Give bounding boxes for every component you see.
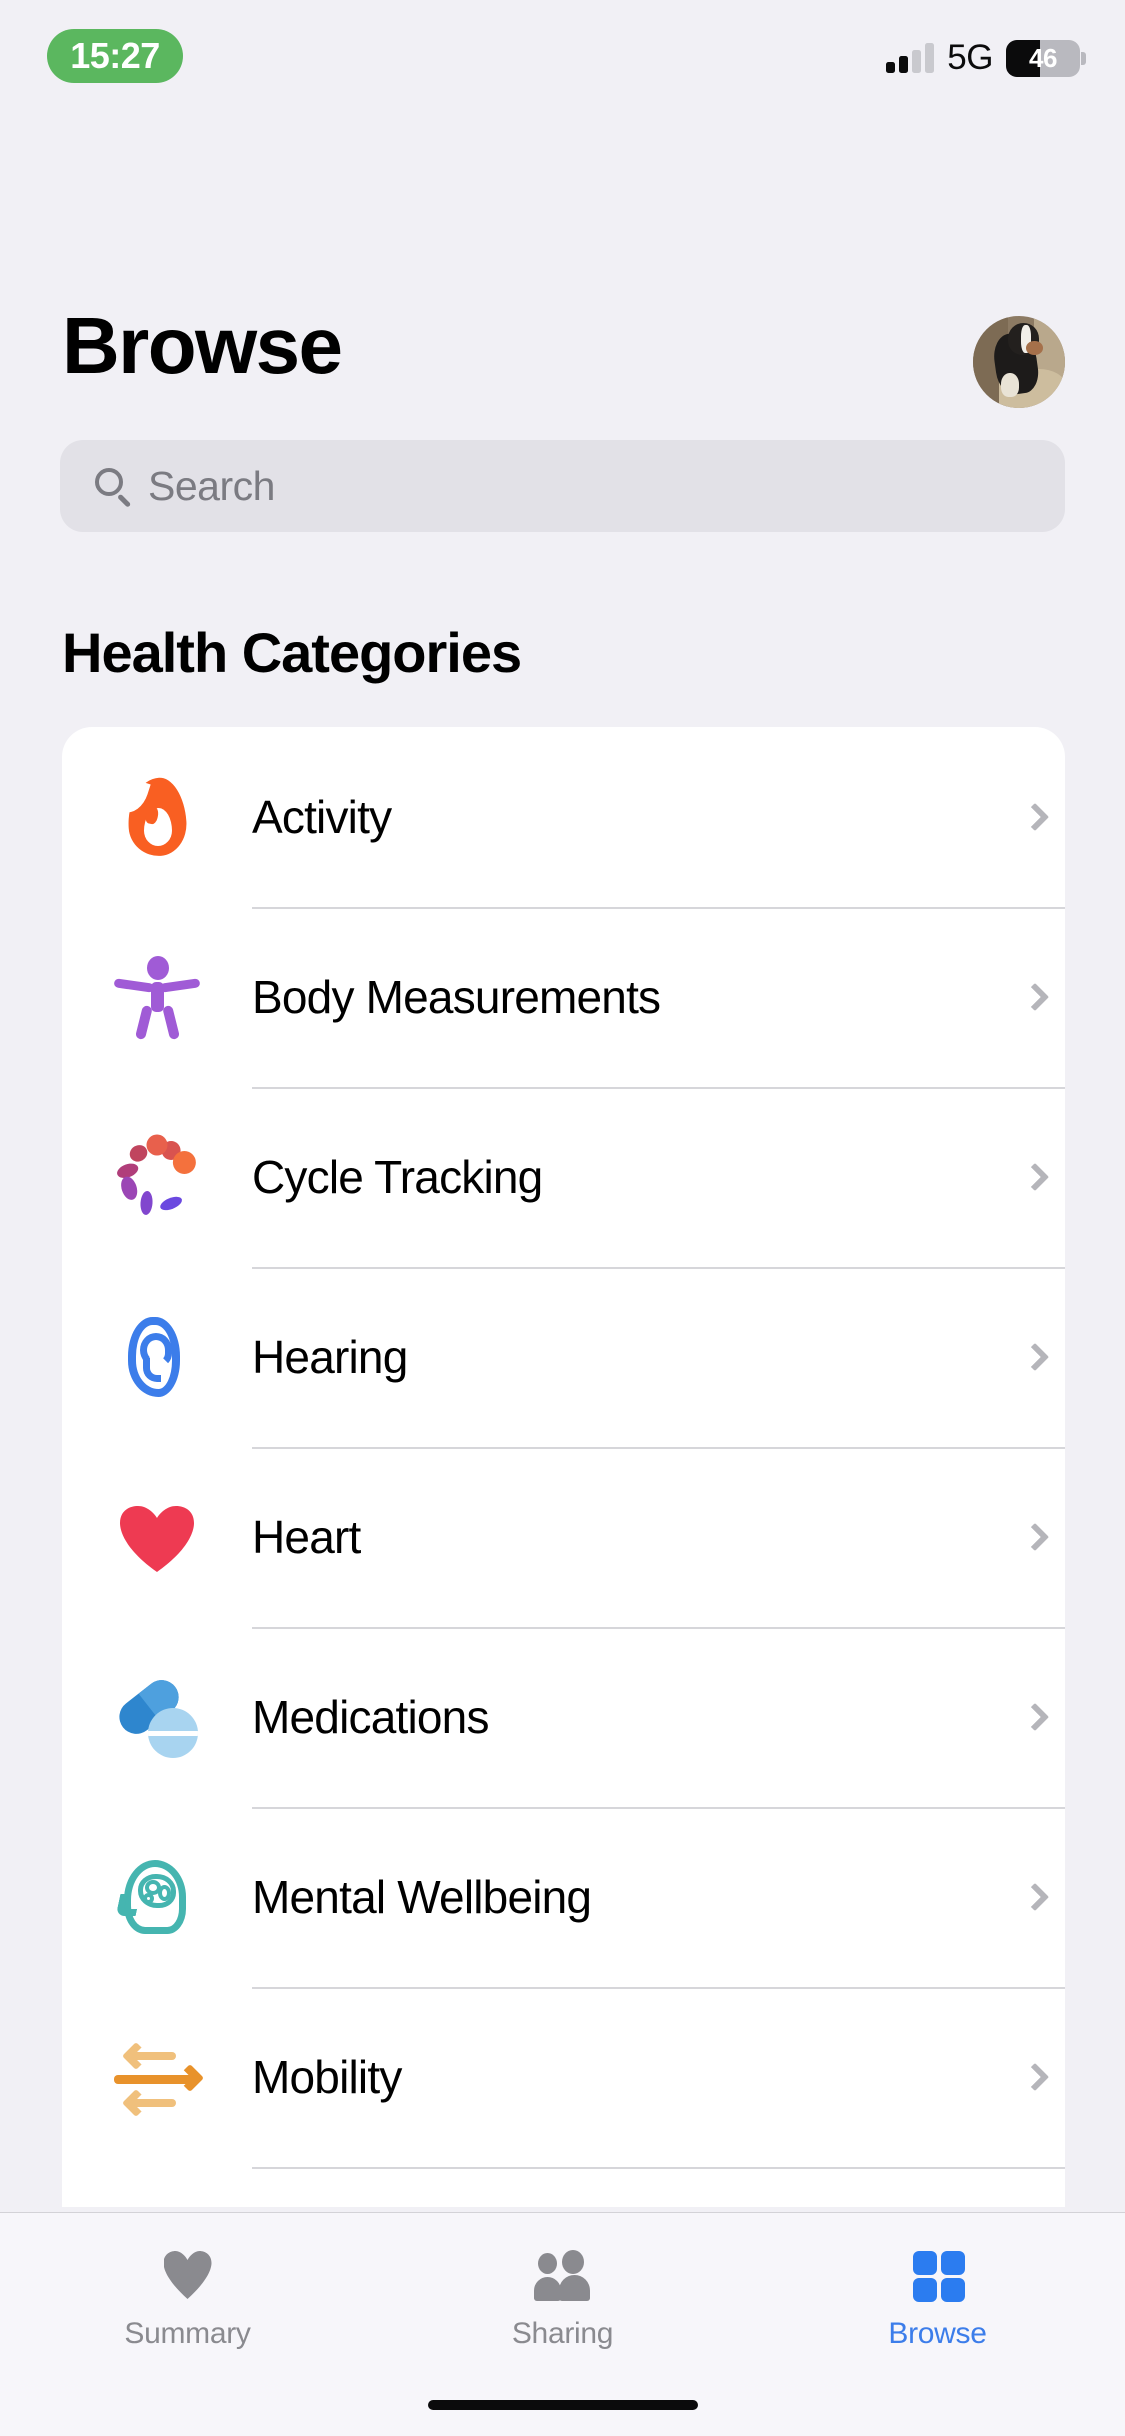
pills-icon (62, 1627, 252, 1807)
chevron-right-icon (1005, 2062, 1065, 2092)
tab-label: Browse (888, 2317, 987, 2350)
tab-summary[interactable]: Summary (0, 2213, 375, 2351)
health-browse-screen: 15:27 5G 46 Browse Search Health Categor… (0, 0, 1125, 2436)
people-icon (531, 2249, 595, 2303)
category-row-medications[interactable]: Medications (62, 1627, 1065, 1807)
category-row-body-measurements[interactable]: Body Measurements (62, 907, 1065, 1087)
chevron-right-icon (1005, 1882, 1065, 1912)
section-title: Health Categories (62, 621, 522, 684)
chevron-right-icon (1005, 1702, 1065, 1732)
chevron-right-icon (1005, 1342, 1065, 1372)
category-label: Mobility (252, 2051, 402, 2103)
heart-icon (156, 2249, 220, 2303)
category-row-cycle-tracking[interactable]: Cycle Tracking (62, 1087, 1065, 1267)
network-type-label: 5G (947, 38, 993, 77)
chevron-right-icon (1005, 1162, 1065, 1192)
brain-head-icon (62, 1807, 252, 1987)
status-right-cluster: 5G 46 (886, 37, 1086, 79)
category-label: Body Measurements (252, 971, 661, 1023)
category-label: Heart (252, 1511, 361, 1563)
tab-label: Sharing (511, 2317, 614, 2350)
chevron-right-icon (1005, 802, 1065, 832)
cycle-dots-icon (62, 1087, 252, 1267)
status-time-pill[interactable]: 15:27 (47, 29, 183, 83)
page-title: Browse (62, 301, 343, 390)
search-input[interactable]: Search (60, 440, 1065, 532)
tab-browse[interactable]: Browse (750, 2213, 1125, 2351)
status-bar: 15:27 5G 46 (0, 0, 1125, 120)
tab-label: Summary (124, 2317, 251, 2350)
grid-icon (906, 2249, 970, 2303)
category-row-hearing[interactable]: Hearing (62, 1267, 1065, 1447)
category-label: Cycle Tracking (252, 1151, 543, 1203)
cellular-signal-icon (886, 43, 935, 73)
body-figure-icon (62, 907, 252, 1087)
category-row-activity[interactable]: Activity (62, 727, 1065, 907)
home-indicator[interactable] (427, 2400, 698, 2410)
category-row-mobility[interactable]: Mobility (62, 1987, 1065, 2167)
category-row-heart[interactable]: Heart (62, 1447, 1065, 1627)
category-label: Activity (252, 791, 392, 843)
heart-icon (62, 1447, 252, 1627)
category-label: Mental Wellbeing (252, 1871, 592, 1923)
category-label: Hearing (252, 1331, 408, 1383)
arrows-icon (62, 1987, 252, 2167)
flame-icon (62, 727, 252, 907)
category-label: Medications (252, 1691, 489, 1743)
chevron-right-icon (1005, 1522, 1065, 1552)
battery-icon: 46 (1006, 39, 1086, 77)
chevron-right-icon (1005, 982, 1065, 1012)
tab-sharing[interactable]: Sharing (375, 2213, 750, 2351)
category-row-partial[interactable] (62, 2167, 1065, 2207)
health-categories-list: Activity Body Measurements Cycle Trackin… (62, 727, 1065, 2207)
navigation-header: Browse (0, 300, 1125, 440)
search-icon (92, 465, 134, 508)
battery-percent-label: 46 (1029, 42, 1057, 73)
avatar[interactable] (973, 316, 1065, 408)
search-placeholder: Search (148, 462, 275, 509)
ear-icon (62, 1267, 252, 1447)
battery-nub (1081, 51, 1086, 65)
category-row-mental-wellbeing[interactable]: Mental Wellbeing (62, 1807, 1065, 1987)
